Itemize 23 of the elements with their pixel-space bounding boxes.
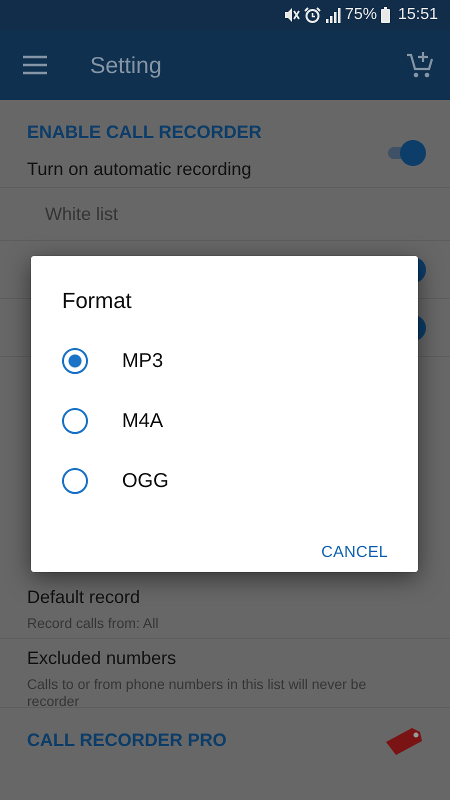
setting-title[interactable]: Excluded numbers xyxy=(27,644,399,672)
add-to-cart-icon[interactable] xyxy=(406,51,434,79)
option-label[interactable]: M4A xyxy=(122,406,164,436)
mute-icon xyxy=(284,7,300,23)
menu-icon[interactable] xyxy=(22,55,48,75)
toggle-switch[interactable] xyxy=(386,140,426,166)
option-label[interactable]: OGG xyxy=(122,466,169,496)
section-header: ENABLE CALL RECORDER xyxy=(27,120,262,144)
dialog-title: Format xyxy=(62,287,133,315)
screen-title: Setting xyxy=(90,50,162,80)
radio-button[interactable] xyxy=(62,468,88,494)
alarm-icon xyxy=(304,7,321,23)
battery-percent: 75% xyxy=(344,5,377,25)
clock: 15:51 xyxy=(398,5,438,25)
option-label[interactable]: MP3 xyxy=(122,346,164,376)
radio-button[interactable] xyxy=(62,348,88,374)
setting-title[interactable]: Default record xyxy=(27,584,158,611)
battery-icon xyxy=(380,7,390,23)
signal-icon xyxy=(324,8,341,22)
section-header: CALL RECORDER PRO xyxy=(27,729,227,752)
radio-button[interactable] xyxy=(62,408,88,434)
setting-title: Turn on automatic recording xyxy=(27,158,252,181)
cancel-button[interactable]: CANCEL xyxy=(321,535,388,571)
